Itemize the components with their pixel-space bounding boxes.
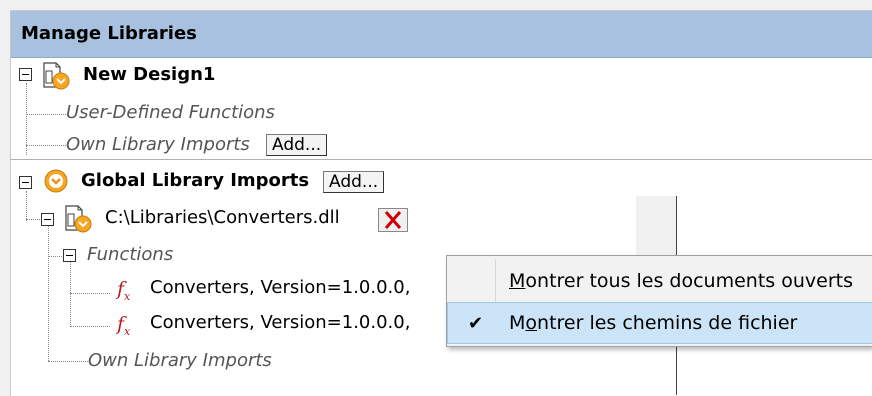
section-divider xyxy=(11,159,872,160)
menu-item-show-all-open-documents[interactable]: Montrer tous les documents ouverts xyxy=(447,260,872,302)
add-global-library-button[interactable]: Add... xyxy=(323,171,385,193)
collapse-functions-toggle[interactable] xyxy=(63,249,76,262)
library-path[interactable]: C:\Libraries\Converters.dll xyxy=(105,207,340,229)
tree-line xyxy=(70,293,110,294)
function-fx-icon: fx xyxy=(117,278,131,303)
collapse-library-toggle[interactable] xyxy=(41,213,54,226)
function-item[interactable]: Converters, Version=1.0.0.0, xyxy=(150,277,410,299)
tree-line xyxy=(48,256,64,257)
functions-node[interactable]: Functions xyxy=(87,244,173,266)
tree-line xyxy=(26,114,66,115)
delete-x-icon xyxy=(384,211,402,229)
panel-title: Manage Libraries xyxy=(21,23,197,44)
function-fx-icon: fx xyxy=(117,313,131,338)
panel-header: Manage Libraries xyxy=(11,11,872,58)
menu-item-show-file-paths[interactable]: ✔ Montrer les chemins de fichier xyxy=(447,302,872,344)
add-own-library-button[interactable]: Add... xyxy=(266,134,328,156)
delete-library-button[interactable] xyxy=(378,208,408,232)
context-menu: Montrer tous les documents ouverts ✔ Mon… xyxy=(446,255,872,347)
tree-line xyxy=(26,191,27,221)
background-window-edge xyxy=(636,196,676,256)
user-defined-functions-item[interactable]: User-Defined Functions xyxy=(66,102,275,124)
tree-line xyxy=(26,145,66,146)
collapse-design-toggle[interactable] xyxy=(19,68,32,81)
design-name[interactable]: New Design1 xyxy=(83,64,215,86)
menu-item-label: ontrer tous les documents ouverts xyxy=(525,270,853,292)
tree-line xyxy=(70,326,110,327)
function-item[interactable]: Converters, Version=1.0.0.0, xyxy=(150,312,410,334)
global-library-imports-title[interactable]: Global Library Imports xyxy=(81,170,309,192)
menu-item-label-prefix: M xyxy=(509,312,526,334)
global-library-icon xyxy=(44,169,68,193)
tree-line xyxy=(48,226,49,361)
menu-item-label: ntrer les chemins de fichier xyxy=(537,312,798,334)
collapse-global-toggle[interactable] xyxy=(19,176,32,189)
tree-line xyxy=(26,219,42,220)
checkmark-icon: ✔ xyxy=(468,313,484,334)
dll-file-icon xyxy=(65,205,92,233)
global-own-library-imports-item[interactable]: Own Library Imports xyxy=(88,350,272,372)
own-library-imports-item[interactable]: Own Library Imports xyxy=(66,134,250,156)
menu-mnemonic: o xyxy=(525,312,538,334)
tree-line xyxy=(70,262,71,327)
design-file-icon xyxy=(43,62,70,90)
tree-line xyxy=(48,361,88,362)
menu-mnemonic: M xyxy=(509,270,526,292)
